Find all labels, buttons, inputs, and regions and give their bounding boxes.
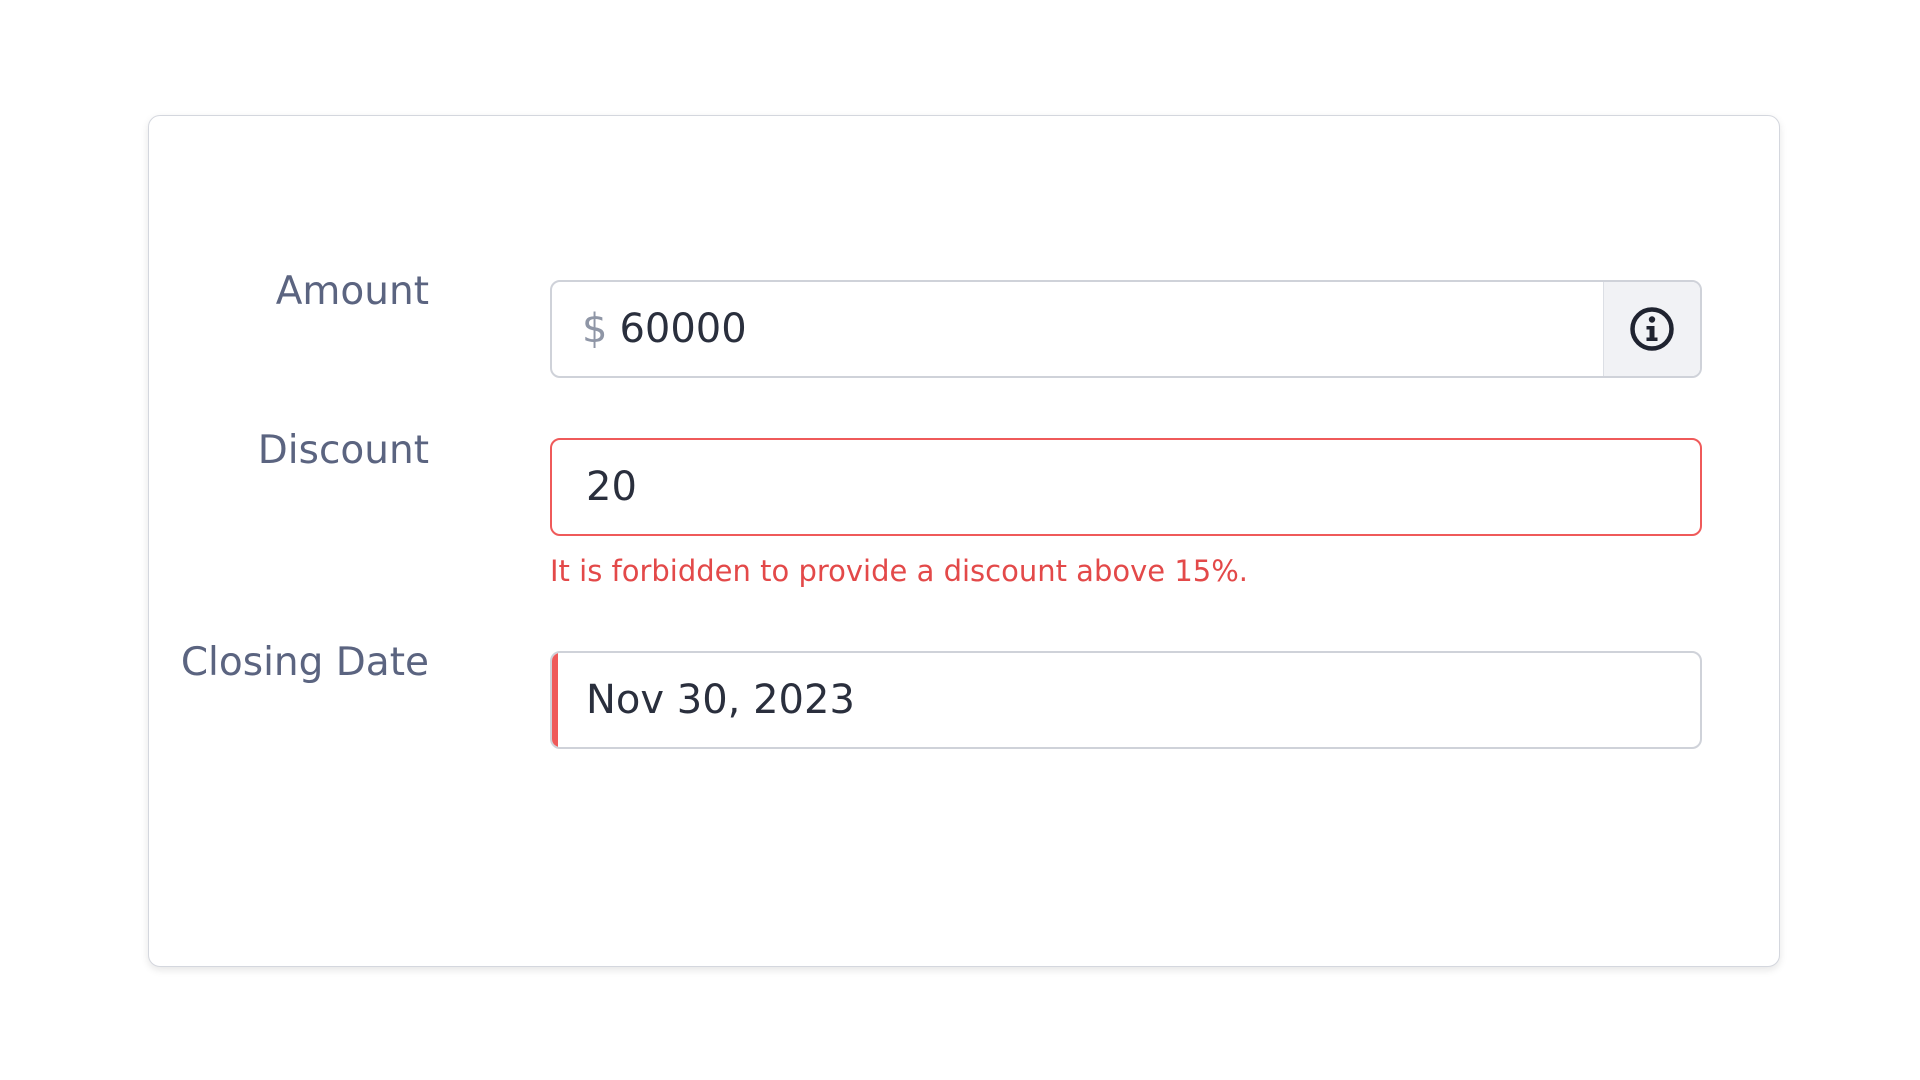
discount-field[interactable]: 20 [550,438,1702,536]
amount-field[interactable]: $ 60000 [550,280,1702,378]
amount-value: 60000 [619,306,747,352]
closing-date-field[interactable]: Nov 30, 2023 [550,651,1702,749]
currency-symbol: $ [582,306,608,352]
form-card: Amount $ 60000 Discount 20 It is forbidd… [148,115,1780,967]
amount-input[interactable]: $ 60000 [582,282,747,376]
discount-error-message: It is forbidden to provide a discount ab… [550,554,1248,588]
info-icon [1630,307,1674,351]
discount-label: Discount [257,428,429,473]
amount-label: Amount [275,269,429,314]
closing-date-input[interactable]: Nov 30, 2023 [586,653,855,747]
discount-input[interactable]: 20 [586,440,637,534]
closing-date-label: Closing Date [180,640,429,685]
amount-info-button[interactable] [1603,282,1700,376]
